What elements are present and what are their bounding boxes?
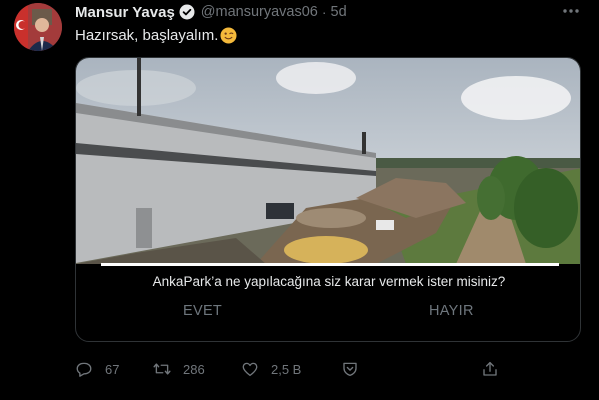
video-media[interactable]: AnkaPark’a ne yapılacağına siz karar ver… (75, 57, 581, 342)
share-button[interactable] (481, 360, 499, 378)
tweet-text-container: Hazırsak, başlayalım. (75, 27, 237, 44)
reply-icon (76, 362, 92, 377)
video-frame-image (76, 58, 580, 264)
retweet-icon (153, 363, 171, 375)
bookmark-button[interactable] (341, 360, 359, 378)
winking-face-icon (220, 27, 237, 44)
author-handle[interactable]: @mansuryavas06 (201, 4, 318, 20)
tweet-text: Hazırsak, başlayalım. (75, 27, 219, 44)
option-no[interactable]: HAYIR (429, 303, 474, 319)
reply-button[interactable]: 67 (75, 360, 119, 378)
retweet-button[interactable]: 286 (153, 360, 205, 378)
timestamp[interactable]: 5d (331, 4, 347, 20)
tweet-header: Mansur Yavaş @mansuryavas06 · 5d (75, 4, 347, 21)
separator-dot: · (321, 4, 327, 20)
shield-bookmark-icon (343, 362, 357, 377)
more-options-icon[interactable] (560, 3, 582, 19)
tweet-actions: 67 286 2,5 B (75, 360, 515, 382)
reply-count: 67 (105, 361, 120, 377)
share-icon (483, 361, 497, 376)
author-name[interactable]: Mansur Yavaş (75, 4, 175, 21)
like-button[interactable]: 2,5 B (241, 360, 301, 378)
video-progress-bar[interactable] (101, 263, 559, 266)
heart-icon (242, 362, 258, 377)
poll-question: AnkaPark’a ne yapılacağına siz karar ver… (152, 274, 506, 289)
avatar[interactable] (14, 3, 62, 51)
like-count: 2,5 B (271, 361, 302, 377)
option-yes[interactable]: EVET (183, 303, 222, 319)
retweet-count: 286 (183, 361, 205, 377)
verified-badge-icon (179, 4, 195, 20)
